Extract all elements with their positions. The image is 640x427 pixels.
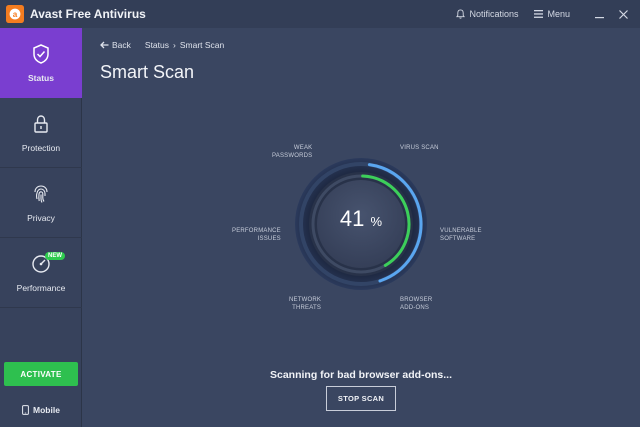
label-line: THREATS: [292, 305, 322, 311]
page-title: Smart Scan: [100, 62, 195, 82]
sidebar-item-label: Status: [28, 73, 54, 83]
notifications-button[interactable]: Notifications: [456, 9, 518, 19]
breadcrumb: Back Status › Smart Scan: [100, 40, 224, 50]
sidebar: Status Protection Privacy NEW Performanc…: [0, 28, 82, 427]
label-line: PASSWORDS: [272, 153, 313, 159]
label-performance-issues: PERFORMANCE ISSUES: [232, 227, 281, 243]
label-line: PERFORMANCE: [232, 228, 281, 234]
app-title: Avast Free Antivirus: [30, 7, 146, 21]
progress-percentage: 41 %: [293, 206, 429, 232]
label-line: VIRUS SCAN: [400, 145, 439, 151]
label-vulnerable-software: VULNERABLE SOFTWARE: [440, 227, 482, 243]
label-line: ADD-ONS: [400, 305, 430, 311]
notifications-label: Notifications: [469, 9, 519, 19]
label-line: ISSUES: [257, 236, 281, 242]
breadcrumb-current: Smart Scan: [179, 40, 225, 50]
back-label: Back: [112, 40, 131, 50]
scan-status-text: Scanning for bad browser add-ons...: [269, 369, 453, 381]
mobile-label: Mobile: [33, 405, 60, 415]
avast-logo-icon: a: [6, 5, 24, 23]
hamburger-icon: [534, 10, 544, 18]
minimize-button[interactable]: [590, 5, 608, 23]
label-line: SOFTWARE: [440, 236, 476, 242]
activate-button[interactable]: ACTIVATE: [4, 362, 78, 386]
phone-icon: [22, 405, 29, 415]
sidebar-item-label: Privacy: [27, 212, 55, 223]
sidebar-item-label: Protection: [21, 142, 61, 153]
sidebar-item-privacy[interactable]: Privacy: [0, 168, 82, 238]
progress-value: 41: [339, 206, 365, 231]
stop-scan-button[interactable]: STOP SCAN: [326, 386, 396, 411]
arrow-left-icon: [100, 41, 109, 49]
sidebar-item-performance[interactable]: NEW Performance: [0, 238, 82, 308]
menu-button[interactable]: Menu: [534, 9, 570, 19]
svg-text:a: a: [13, 10, 18, 19]
label-weak-passwords: WEAK PASSWORDS: [272, 144, 312, 160]
scan-progress-ring: 41 %: [293, 156, 429, 292]
progress-unit: %: [370, 214, 383, 229]
back-button[interactable]: Back: [100, 40, 131, 50]
label-line: NETWORK: [289, 297, 322, 303]
label-line: BROWSER: [400, 297, 433, 303]
title-bar: a Avast Free Antivirus Notifications Men…: [0, 0, 640, 28]
label-network-threats: NETWORK THREATS: [289, 296, 321, 312]
label-browser-addons: BROWSER ADD-ONS: [400, 296, 432, 312]
sidebar-item-protection[interactable]: Protection: [0, 98, 82, 168]
label-line: WEAK: [293, 145, 313, 151]
new-badge: NEW: [45, 252, 65, 260]
breadcrumb-status[interactable]: Status: [145, 40, 169, 50]
label-virus-scan: VIRUS SCAN: [400, 144, 439, 152]
bell-icon: [456, 9, 466, 19]
breadcrumb-separator: ›: [173, 40, 176, 50]
sidebar-item-label: Performance: [16, 282, 66, 293]
mobile-button[interactable]: Mobile: [0, 400, 82, 420]
minimize-icon: [594, 16, 604, 18]
close-button[interactable]: [614, 5, 632, 23]
fingerprint-icon: [34, 184, 48, 203]
lock-icon: [34, 114, 48, 133]
close-icon: [618, 9, 628, 19]
shield-check-icon: [33, 44, 49, 64]
main-panel: Back Status › Smart Scan Smart Scan 41 %…: [82, 28, 640, 427]
label-line: VULNERABLE: [440, 228, 482, 234]
sidebar-item-status[interactable]: Status: [0, 28, 82, 98]
menu-label: Menu: [547, 9, 570, 19]
